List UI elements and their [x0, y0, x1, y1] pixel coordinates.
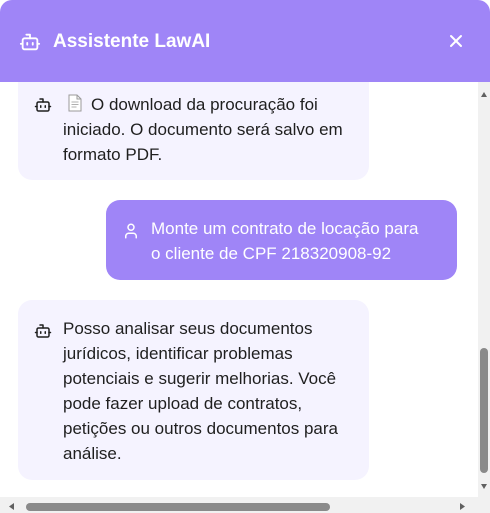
- scroll-down-icon[interactable]: [480, 482, 488, 490]
- message-text: Posso analisar seus documentos jurídicos…: [63, 319, 339, 463]
- message-text: O download da procuração foi iniciado. O…: [63, 95, 343, 164]
- close-icon[interactable]: [444, 29, 468, 53]
- robot-icon: [34, 98, 52, 112]
- robot-icon: [34, 324, 52, 338]
- bot-message: Posso analisar seus documentos jurídicos…: [18, 300, 369, 480]
- user-icon: [125, 223, 137, 239]
- user-message: Monte um contrato de locação para o clie…: [106, 200, 457, 280]
- vertical-scroll-thumb[interactable]: [480, 348, 488, 473]
- robot-icon: [19, 33, 41, 51]
- horizontal-scrollbar[interactable]: [0, 497, 478, 513]
- chat-title: Assistente LawAI: [53, 31, 211, 52]
- scrollbar-corner: [478, 497, 490, 513]
- scroll-up-icon[interactable]: [480, 91, 488, 99]
- vertical-scrollbar[interactable]: [478, 82, 490, 497]
- bot-message: O download da procuração foi iniciado. O…: [18, 82, 369, 180]
- horizontal-scroll-thumb[interactable]: [26, 503, 330, 511]
- chat-header: Assistente LawAI: [0, 0, 490, 82]
- scroll-left-icon[interactable]: [8, 502, 16, 511]
- scroll-right-icon[interactable]: [458, 502, 466, 511]
- chat-window: Assistente LawAI O download da procuraçã…: [0, 0, 490, 513]
- message-text: Monte um contrato de locação para o clie…: [151, 219, 419, 263]
- message-list[interactable]: O download da procuração foi iniciado. O…: [0, 82, 478, 497]
